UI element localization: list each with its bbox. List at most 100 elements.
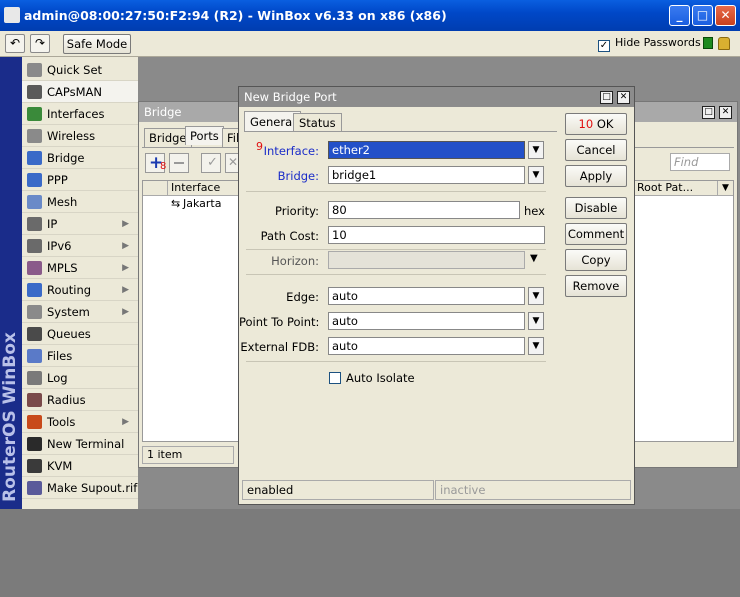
priority-label: Priority: xyxy=(275,204,319,218)
submenu-arrow-icon: ▶ xyxy=(122,241,129,251)
sidebar-item-log[interactable]: Log xyxy=(22,367,138,389)
column-menu-icon[interactable]: ▼ xyxy=(717,181,733,196)
sidebar-item-interfaces[interactable]: Interfaces xyxy=(22,103,138,125)
remove-button[interactable]: Remove xyxy=(565,275,627,297)
ok-annotation: 10 xyxy=(578,117,594,131)
auto-isolate-checkbox[interactable]: Auto Isolate xyxy=(329,371,415,385)
edge-select[interactable]: auto xyxy=(328,287,525,305)
dialog-maximize-button[interactable]: □ xyxy=(600,91,613,104)
external-fdb-dropdown-icon[interactable]: ▼ xyxy=(528,337,544,355)
sidebar-item-label: PPP xyxy=(47,173,68,187)
tab-status[interactable]: Status xyxy=(293,113,342,132)
undo-button[interactable]: ↶ xyxy=(5,34,25,53)
sidebar-item-bridge[interactable]: Bridge xyxy=(22,147,138,169)
interfaces-icon xyxy=(27,107,42,121)
submenu-arrow-icon: ▶ xyxy=(122,219,129,229)
sidebar-item-new-terminal[interactable]: New Terminal xyxy=(22,433,138,455)
apply-button[interactable]: Apply xyxy=(565,165,627,187)
mesh-icon xyxy=(27,195,42,209)
bridge-select[interactable]: bridge1 xyxy=(328,166,525,184)
point-to-point-select[interactable]: auto xyxy=(328,312,525,330)
point-to-point-label: Point To Point: xyxy=(239,315,320,329)
tab-ports[interactable]: Ports xyxy=(185,126,224,145)
point-to-point-dropdown-icon[interactable]: ▼ xyxy=(528,312,544,330)
sidebar-item-mpls[interactable]: MPLS ▶ xyxy=(22,257,138,279)
log-icon xyxy=(27,371,42,385)
disable-button[interactable]: Disable xyxy=(565,197,627,219)
find-input[interactable]: Find xyxy=(670,153,730,171)
sidebar-item-capsman[interactable]: CAPsMAN xyxy=(22,81,138,103)
external-fdb-select[interactable]: auto xyxy=(328,337,525,355)
bridge-label: Bridge: xyxy=(277,169,319,183)
minimize-button[interactable]: _ xyxy=(669,5,690,26)
dialog-close-button[interactable]: ✕ xyxy=(617,91,630,104)
remove-button[interactable] xyxy=(169,153,189,173)
sidebar-item-wireless[interactable]: Wireless xyxy=(22,125,138,147)
capsman-icon xyxy=(27,85,42,99)
quick-set-icon xyxy=(27,63,42,77)
sidebar-item-label: Make Supout.rif xyxy=(47,481,138,495)
auto-isolate-label: Auto Isolate xyxy=(346,371,415,385)
sidebar-item-ipv6[interactable]: IPv6 ▶ xyxy=(22,235,138,257)
enable-button[interactable]: ✓ xyxy=(201,153,221,173)
sidebar-item-label: Queues xyxy=(47,327,91,341)
add-button[interactable]: + 8 xyxy=(145,153,166,173)
item-count: 1 item xyxy=(142,446,234,464)
routing-icon xyxy=(27,283,42,297)
system-icon xyxy=(27,305,42,319)
row-interface: Jakarta xyxy=(183,197,222,210)
safe-mode-button[interactable]: Safe Mode xyxy=(63,34,131,54)
sidebar-item-routing[interactable]: Routing ▶ xyxy=(22,279,138,301)
sidebar-item-label: Radius xyxy=(47,393,86,407)
close-button[interactable]: ✕ xyxy=(715,5,736,26)
column-header-root-path-cost[interactable]: Root Pat... xyxy=(633,181,717,196)
sidebar-item-system[interactable]: System ▶ xyxy=(22,301,138,323)
disable-button[interactable]: ✕ xyxy=(225,153,239,173)
sidebar-item-queues[interactable]: Queues xyxy=(22,323,138,345)
comment-button[interactable]: Comment xyxy=(565,223,627,245)
bridge-window-maximize-button[interactable]: □ xyxy=(702,106,715,119)
sidebar-item-label: KVM xyxy=(47,459,73,473)
redo-icon: ↷ xyxy=(34,36,46,50)
undo-icon: ↶ xyxy=(9,36,21,50)
priority-input[interactable]: 80 xyxy=(328,201,520,219)
sidebar-item-mesh[interactable]: Mesh xyxy=(22,191,138,213)
maximize-button[interactable]: □ xyxy=(692,5,713,26)
bridge-dropdown-icon[interactable]: ▼ xyxy=(528,166,544,184)
winbox-app-icon xyxy=(4,7,20,23)
radius-icon xyxy=(27,393,42,407)
sidebar-item-label: Interfaces xyxy=(47,107,105,121)
redo-button[interactable]: ↷ xyxy=(30,34,50,53)
submenu-arrow-icon: ▶ xyxy=(122,263,129,273)
sidebar-item-label: Files xyxy=(47,349,73,363)
cancel-button[interactable]: Cancel xyxy=(565,139,627,161)
bridge-window-close-button[interactable]: ✕ xyxy=(719,106,732,119)
sidebar-item-label: IPv6 xyxy=(47,239,72,253)
sidebar-item-label: IP xyxy=(47,217,58,231)
sidebar-item-label: Bridge xyxy=(47,151,85,165)
copy-button[interactable]: Copy xyxy=(565,249,627,271)
horizon-dropdown-icon[interactable]: ▼ xyxy=(530,253,538,264)
priority-unit: hex xyxy=(524,204,545,218)
horizon-input[interactable] xyxy=(328,251,525,269)
column-header-interface[interactable]: Interface xyxy=(167,181,220,196)
sidebar-item-files[interactable]: Files xyxy=(22,345,138,367)
interface-dropdown-icon[interactable]: ▼ xyxy=(528,141,544,159)
sidebar-item-make-supout-rif[interactable]: Make Supout.rif xyxy=(22,477,138,499)
sidebar-item-ip[interactable]: IP ▶ xyxy=(22,213,138,235)
interface-select[interactable]: ether2 xyxy=(328,141,525,159)
wireless-icon xyxy=(27,129,42,143)
tools-icon xyxy=(27,415,42,429)
title-bar: admin@08:00:27:50:F2:94 (R2) - WinBox v6… xyxy=(0,0,740,31)
dialog-tab-divider xyxy=(244,131,557,132)
ok-label: OK xyxy=(596,117,614,131)
sidebar-item-radius[interactable]: Radius xyxy=(22,389,138,411)
path-cost-input[interactable]: 10 xyxy=(328,226,545,244)
sidebar-item-ppp[interactable]: PPP xyxy=(22,169,138,191)
sidebar-item-kvm[interactable]: KVM xyxy=(22,455,138,477)
edge-dropdown-icon[interactable]: ▼ xyxy=(528,287,544,305)
sidebar-item-quick-set[interactable]: Quick Set xyxy=(22,59,138,81)
ok-button[interactable]: 10 OK xyxy=(565,113,627,135)
sidebar-item-tools[interactable]: Tools ▶ xyxy=(22,411,138,433)
hide-passwords-checkbox[interactable]: ✓ Hide Passwords xyxy=(598,36,701,52)
